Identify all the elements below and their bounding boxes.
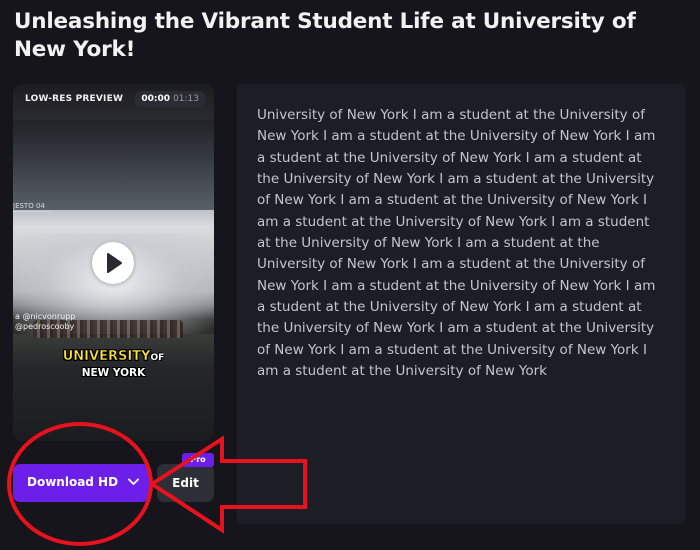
low-res-badge: LOW-RES PREVIEW [25, 94, 124, 104]
video-time-pill: 00:00 01:13 [134, 91, 206, 107]
caption-university: UNIVERSITY [62, 349, 151, 365]
video-frame-sky [13, 120, 214, 210]
video-handle-credits: a @nicvonrupp @pedroscooby [15, 312, 75, 332]
video-preview[interactable]: LOW-RES PREVIEW 00:00 01:13 JESTO 04 a @n… [13, 84, 214, 441]
current-time: 00:00 [141, 94, 171, 104]
total-time: 01:13 [173, 94, 199, 104]
caption-of: OF [150, 353, 165, 363]
transcript-fade [237, 434, 685, 524]
handle-line-2: @pedroscooby [15, 322, 75, 331]
page-title: Unleashing the Vibrant Student Life at U… [14, 9, 636, 62]
play-icon [107, 253, 122, 273]
video-side-label: JESTO 04 [13, 202, 45, 210]
video-side-line [13, 211, 51, 212]
download-hd-button[interactable]: Download HD [13, 464, 149, 502]
play-button[interactable] [92, 242, 134, 284]
transcript-panel[interactable]: University of New York I am a student at… [237, 84, 685, 524]
download-hd-label: Download HD [27, 475, 119, 489]
handle-line-1: a @nicvonrupp [15, 312, 76, 321]
transcript-text: University of New York I am a student at… [257, 107, 656, 380]
edit-button[interactable]: Edit [157, 464, 214, 502]
video-caption: UNIVERSITYOF NEW YORK [13, 347, 214, 381]
caption-new-york: NEW YORK [81, 367, 146, 379]
chevron-down-icon[interactable] [128, 478, 139, 486]
pro-badge: Pro [182, 453, 214, 467]
